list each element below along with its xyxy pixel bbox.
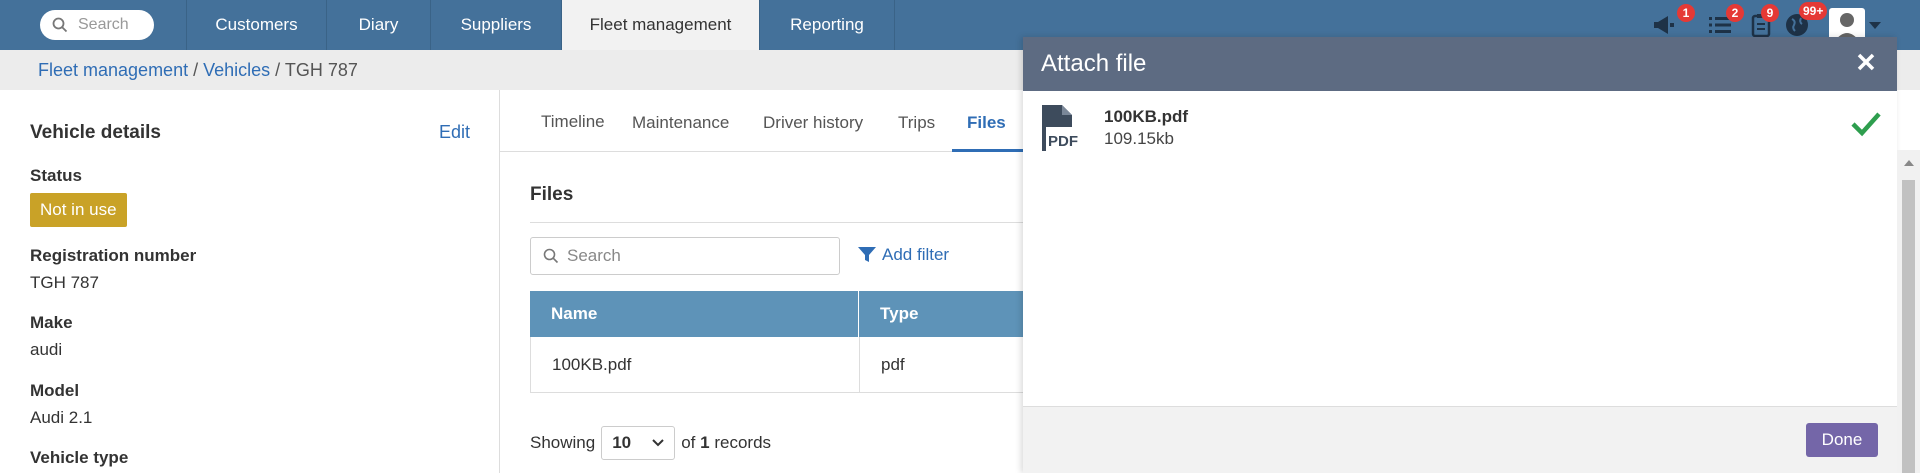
attach-file-modal: Attach file PDF 100KB.pdf 109.15kb Done	[1023, 37, 1897, 473]
tab-driver-history[interactable]: Driver history	[763, 113, 863, 133]
files-table: Name Type 100KB.pdf pdf	[530, 291, 1024, 393]
scrollbar-thumb[interactable]	[1902, 180, 1915, 473]
nav-tab-fleet-management[interactable]: Fleet management	[561, 0, 759, 50]
chevron-down-icon	[652, 439, 664, 447]
column-header-type[interactable]: Type	[859, 291, 1024, 337]
tab-maintenance[interactable]: Maintenance	[632, 113, 729, 133]
status-badge: Not in use	[30, 193, 127, 227]
scrollbar[interactable]	[1897, 150, 1920, 473]
nav-tab-customers[interactable]: Customers	[186, 0, 326, 50]
nav-tab-suppliers[interactable]: Suppliers	[430, 0, 561, 50]
done-button[interactable]: Done	[1806, 423, 1878, 457]
modal-title: Attach file	[1041, 50, 1147, 77]
table-header: Name Type	[530, 291, 1024, 337]
active-tab-indicator	[952, 149, 1024, 152]
tab-files[interactable]: Files	[967, 113, 1006, 133]
breadcrumb-current: TGH 787	[284, 60, 358, 80]
tab-timeline[interactable]: Timeline	[541, 112, 605, 132]
vehicle-details-title: Vehicle details	[30, 122, 161, 143]
showing-label: Showing	[530, 433, 596, 452]
pdf-badge: PDF	[1048, 133, 1078, 150]
breadcrumb-fleet-management[interactable]: Fleet management	[38, 60, 188, 80]
make-value: audi	[30, 340, 63, 359]
tab-trips[interactable]: Trips	[898, 113, 935, 133]
nav-tab-diary[interactable]: Diary	[326, 0, 430, 50]
breadcrumb-vehicles[interactable]: Vehicles	[203, 60, 270, 80]
search-icon	[543, 248, 559, 264]
close-icon[interactable]	[1853, 49, 1879, 75]
search-placeholder: Search	[78, 16, 129, 33]
attached-file-item: PDF 100KB.pdf 109.15kb	[1023, 91, 1897, 161]
files-search-input[interactable]: Search	[530, 237, 840, 275]
file-size: 109.15kb	[1104, 129, 1174, 148]
search-icon	[52, 17, 68, 33]
scroll-up-arrow[interactable]	[1904, 160, 1914, 166]
status-label: Status	[30, 166, 82, 185]
vehicle-type-label: Vehicle type	[30, 448, 129, 467]
breadcrumb: Fleet management / Vehicles / TGH 787	[38, 60, 358, 81]
registration-value: TGH 787	[30, 273, 99, 292]
files-search-placeholder: Search	[567, 246, 621, 265]
pagination-summary: Showing 10 of 1 records	[530, 426, 771, 460]
column-header-name[interactable]: Name	[530, 291, 859, 337]
edit-link[interactable]: Edit	[439, 122, 470, 143]
tasks-badge: 2	[1726, 4, 1744, 22]
modal-header: Attach file	[1023, 37, 1897, 91]
page-size-value: 10	[612, 433, 632, 452]
filter-icon	[858, 247, 876, 262]
divider	[530, 222, 1024, 223]
pdf-file-icon: PDF	[1042, 105, 1078, 151]
make-label: Make	[30, 313, 73, 332]
add-filter-label: Add filter	[882, 245, 950, 264]
chevron-down-icon[interactable]	[1869, 22, 1881, 30]
announcements-badge: 1	[1677, 4, 1695, 22]
notifications-badge: 99+	[1799, 2, 1828, 20]
checkmark-icon	[1851, 112, 1881, 137]
nav-tab-reporting[interactable]: Reporting	[759, 0, 895, 50]
files-title: Files	[530, 184, 574, 205]
model-value: Audi 2.1	[30, 408, 93, 427]
cell-type: pdf	[881, 354, 905, 374]
file-name: 100KB.pdf	[1104, 107, 1189, 126]
table-row[interactable]: 100KB.pdf pdf	[530, 337, 1024, 393]
record-count: 1	[700, 433, 710, 452]
add-filter-button[interactable]: Add filter	[858, 245, 949, 265]
model-label: Model	[30, 381, 80, 400]
records-label: records	[714, 433, 772, 452]
modal-footer: Done	[1023, 406, 1897, 473]
breadcrumb-separator: /	[188, 60, 204, 80]
of-label: of	[681, 433, 696, 452]
global-search[interactable]: Search	[40, 10, 154, 40]
vehicle-details-panel: Vehicle details Edit Status Not in use R…	[0, 90, 500, 473]
clipboard-badge: 9	[1761, 4, 1779, 22]
breadcrumb-separator: /	[270, 60, 285, 80]
megaphone-icon[interactable]	[1651, 12, 1677, 38]
page-size-select[interactable]: 10	[601, 426, 676, 460]
registration-label: Registration number	[30, 246, 197, 265]
cell-name: 100KB.pdf	[531, 337, 860, 392]
